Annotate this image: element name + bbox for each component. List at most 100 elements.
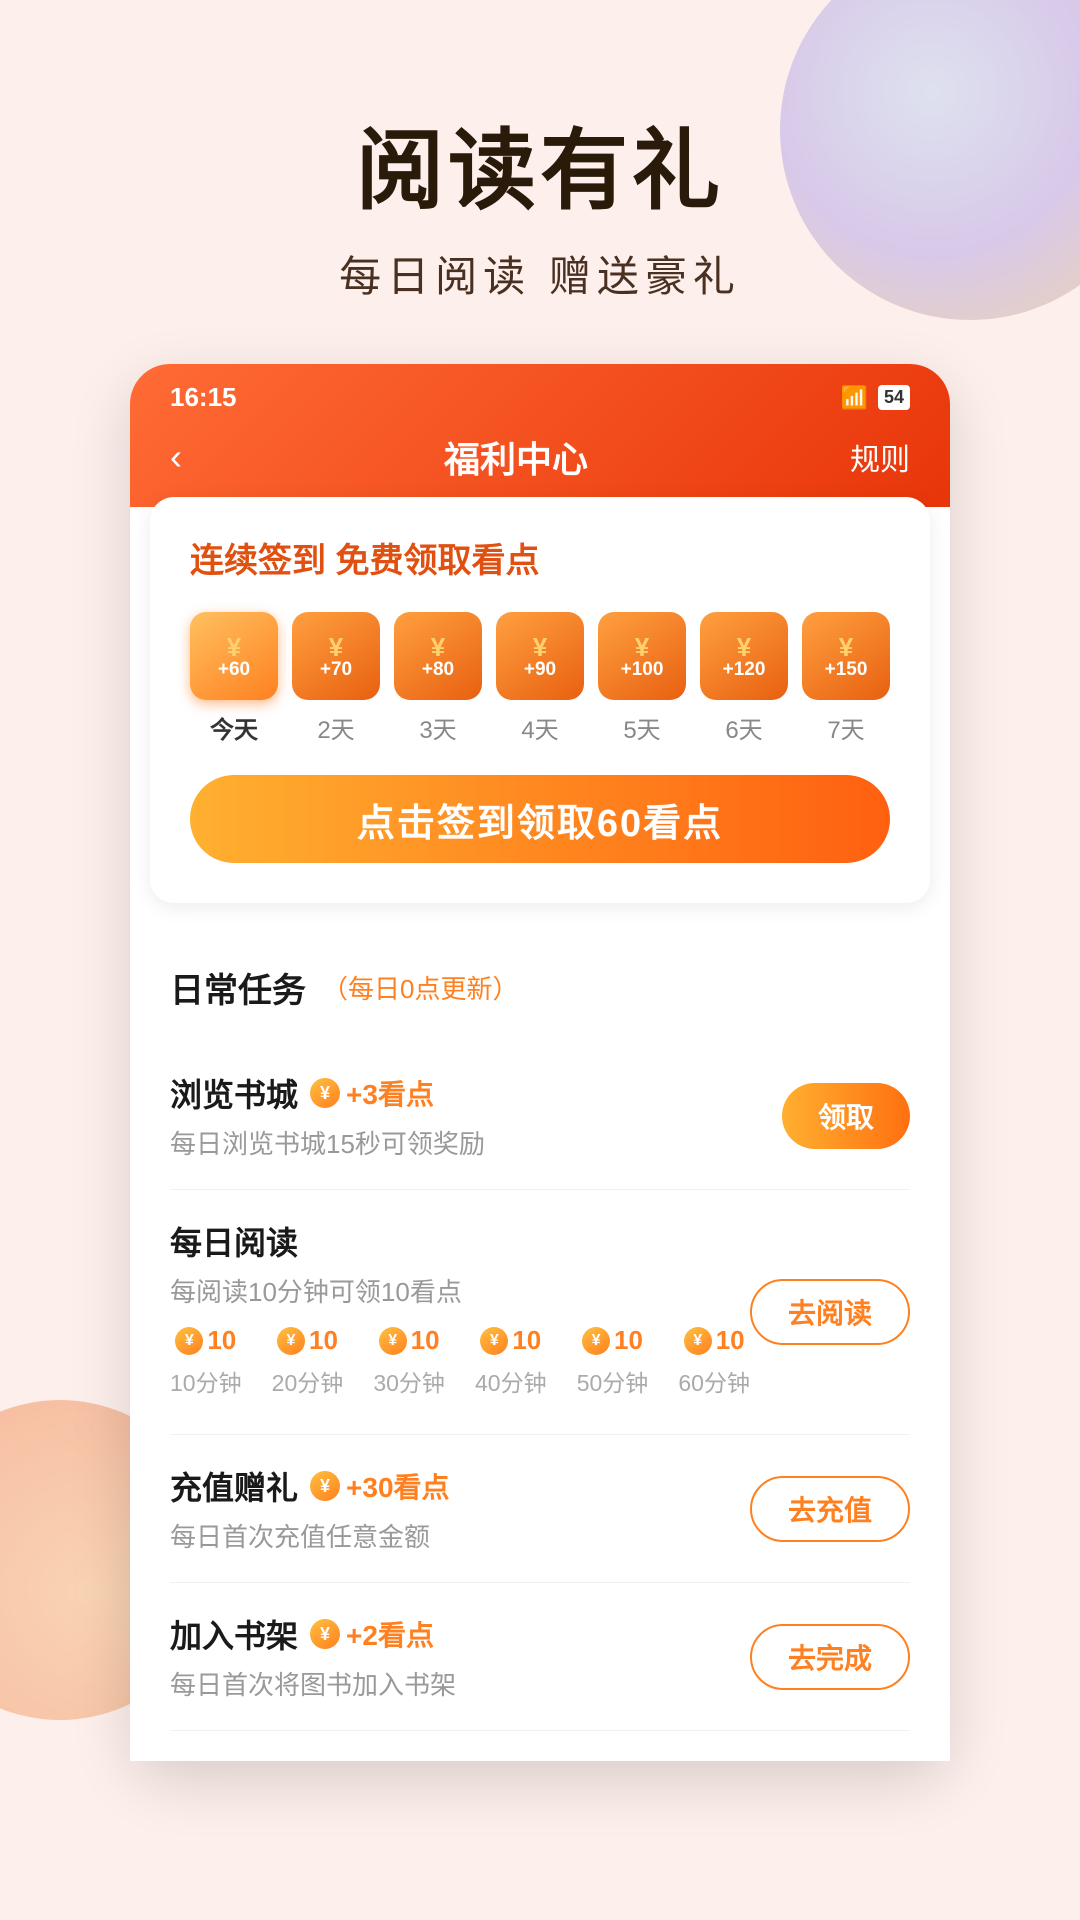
reading-progress: ¥ 10 10分钟 ¥ 10 20分钟 ¥ 10 <box>170 1309 750 1406</box>
task-action-button[interactable]: 去阅读 <box>750 1279 910 1345</box>
progress-time: 10分钟 <box>170 1364 242 1398</box>
coin-amount: +120 <box>723 660 766 679</box>
task-name: 充值赠礼 <box>170 1463 298 1509</box>
task-item: 加入书架 ¥ +2看点 每日首次将图书加入书架 去完成 <box>170 1583 910 1731</box>
task-name-row: 浏览书城 ¥ +3看点 <box>170 1070 782 1116</box>
page-main-title: 阅读有礼 <box>0 100 1080 227</box>
checkin-day-item[interactable]: ¥+70 2天 <box>292 612 380 745</box>
day-coin-5: ¥+120 <box>700 612 788 700</box>
checkin-button[interactable]: 点击签到领取60看点 <box>190 775 890 863</box>
mini-coin: ¥ <box>379 1327 407 1355</box>
phone-mockup: 16:15 📶 54 ‹ 福利中心 规则 连续签到 免费领取看点 ¥+60今天¥… <box>130 364 950 1761</box>
progress-num: 10 <box>716 1325 745 1356</box>
mini-coin: ¥ <box>480 1327 508 1355</box>
task-info: 每日阅读 每阅读10分钟可领10看点 ¥ 10 10分钟 ¥ 10 <box>170 1218 750 1406</box>
checkin-day-item[interactable]: ¥+60 今天 <box>190 612 278 745</box>
task-item: 浏览书城 ¥ +3看点 每日浏览书城15秒可领奖励 领取 <box>170 1042 910 1190</box>
coin-amount: +150 <box>825 660 868 679</box>
coin-symbol: ¥ <box>533 634 547 660</box>
progress-num: 10 <box>309 1325 338 1356</box>
checkin-day-item[interactable]: ¥+120 6天 <box>700 612 788 745</box>
day-label: 7天 <box>827 710 864 745</box>
checkin-days-row: ¥+60今天¥+702天¥+803天¥+904天¥+1005天¥+1206天¥+… <box>190 612 890 745</box>
battery-indicator: 54 <box>878 385 910 410</box>
coin-amount: +70 <box>320 660 352 679</box>
progress-time: 50分钟 <box>577 1364 649 1398</box>
task-item: 每日阅读 每阅读10分钟可领10看点 ¥ 10 10分钟 ¥ 10 <box>170 1190 910 1435</box>
task-desc: 每阅读10分钟可领10看点 <box>170 1277 462 1307</box>
day-coin-1: ¥+70 <box>292 612 380 700</box>
progress-num: 10 <box>614 1325 643 1356</box>
day-label: 今天 <box>210 710 258 745</box>
task-info: 浏览书城 ¥ +3看点 每日浏览书城15秒可领奖励 <box>170 1070 782 1161</box>
day-label: 6天 <box>725 710 762 745</box>
checkin-day-item[interactable]: ¥+80 3天 <box>394 612 482 745</box>
progress-time: 60分钟 <box>678 1364 750 1398</box>
progress-item-4: ¥ 10 50分钟 <box>577 1325 649 1398</box>
checkin-day-item[interactable]: ¥+90 4天 <box>496 612 584 745</box>
day-label: 5天 <box>623 710 660 745</box>
coin-symbol: ¥ <box>839 634 853 660</box>
tasks-title: 日常任务 <box>170 963 306 1012</box>
task-desc: 每日首次将图书加入书架 <box>170 1670 456 1700</box>
mini-coin: ¥ <box>684 1327 712 1355</box>
status-icons: 📶 54 <box>841 385 910 411</box>
checkin-day-item[interactable]: ¥+150 7天 <box>802 612 890 745</box>
point-coin-icon: ¥ <box>310 1078 340 1108</box>
mini-coin: ¥ <box>175 1327 203 1355</box>
task-info: 充值赠礼 ¥ +30看点 每日首次充值任意金额 <box>170 1463 750 1554</box>
day-coin-2: ¥+80 <box>394 612 482 700</box>
nav-title: 福利中心 <box>444 431 588 483</box>
day-coin-0: ¥+60 <box>190 612 278 700</box>
task-info: 加入书架 ¥ +2看点 每日首次将图书加入书架 <box>170 1611 750 1702</box>
progress-num: 10 <box>512 1325 541 1356</box>
coin-symbol: ¥ <box>431 634 445 660</box>
day-label: 4天 <box>521 710 558 745</box>
phone-top-bar: 16:15 📶 54 ‹ 福利中心 规则 <box>130 364 950 507</box>
day-coin-4: ¥+100 <box>598 612 686 700</box>
task-desc: 每日浏览书城15秒可领奖励 <box>170 1129 485 1159</box>
task-name: 加入书架 <box>170 1611 298 1657</box>
task-name-row: 充值赠礼 ¥ +30看点 <box>170 1463 750 1509</box>
task-name: 浏览书城 <box>170 1070 298 1116</box>
task-action-button[interactable]: 去完成 <box>750 1624 910 1690</box>
progress-item-2: ¥ 10 30分钟 <box>373 1325 445 1398</box>
task-points: ¥ +30看点 <box>310 1466 450 1506</box>
tasks-header: 日常任务 （每日0点更新） <box>170 963 910 1012</box>
progress-num: 10 <box>411 1325 440 1356</box>
coin-amount: +90 <box>524 660 556 679</box>
task-points: ¥ +3看点 <box>310 1073 434 1113</box>
back-button[interactable]: ‹ <box>170 436 182 478</box>
day-label: 2天 <box>317 710 354 745</box>
point-coin-icon: ¥ <box>310 1619 340 1649</box>
task-name-row: 加入书架 ¥ +2看点 <box>170 1611 750 1657</box>
coin-symbol: ¥ <box>635 634 649 660</box>
day-label: 3天 <box>419 710 456 745</box>
task-action-button[interactable]: 去充值 <box>750 1476 910 1542</box>
progress-item-1: ¥ 10 20分钟 <box>272 1325 344 1398</box>
day-coin-3: ¥+90 <box>496 612 584 700</box>
progress-time: 20分钟 <box>272 1364 344 1398</box>
task-action-button[interactable]: 领取 <box>782 1083 910 1149</box>
page-sub-title: 每日阅读 赠送豪礼 <box>0 243 1080 304</box>
mini-coin: ¥ <box>277 1327 305 1355</box>
wifi-icon: 📶 <box>841 385 868 411</box>
checkin-card: 连续签到 免费领取看点 ¥+60今天¥+702天¥+803天¥+904天¥+10… <box>150 497 930 903</box>
status-bar: 16:15 📶 54 <box>170 364 910 421</box>
checkin-day-item[interactable]: ¥+100 5天 <box>598 612 686 745</box>
day-coin-6: ¥+150 <box>802 612 890 700</box>
progress-item-5: ¥ 10 60分钟 <box>678 1325 750 1398</box>
coin-amount: +80 <box>422 660 454 679</box>
checkin-title: 连续签到 免费领取看点 <box>190 533 890 582</box>
tasks-list: 浏览书城 ¥ +3看点 每日浏览书城15秒可领奖励 领取 每日阅读 每阅读10分… <box>170 1042 910 1731</box>
rules-button[interactable]: 规则 <box>850 435 910 479</box>
progress-time: 30分钟 <box>373 1364 445 1398</box>
task-item: 充值赠礼 ¥ +30看点 每日首次充值任意金额 去充值 <box>170 1435 910 1583</box>
progress-num: 10 <box>207 1325 236 1356</box>
task-name: 每日阅读 <box>170 1218 298 1264</box>
progress-item-0: ¥ 10 10分钟 <box>170 1325 242 1398</box>
status-time: 16:15 <box>170 382 237 413</box>
progress-time: 40分钟 <box>475 1364 547 1398</box>
header-section: 阅读有礼 每日阅读 赠送豪礼 <box>0 0 1080 304</box>
coin-symbol: ¥ <box>737 634 751 660</box>
